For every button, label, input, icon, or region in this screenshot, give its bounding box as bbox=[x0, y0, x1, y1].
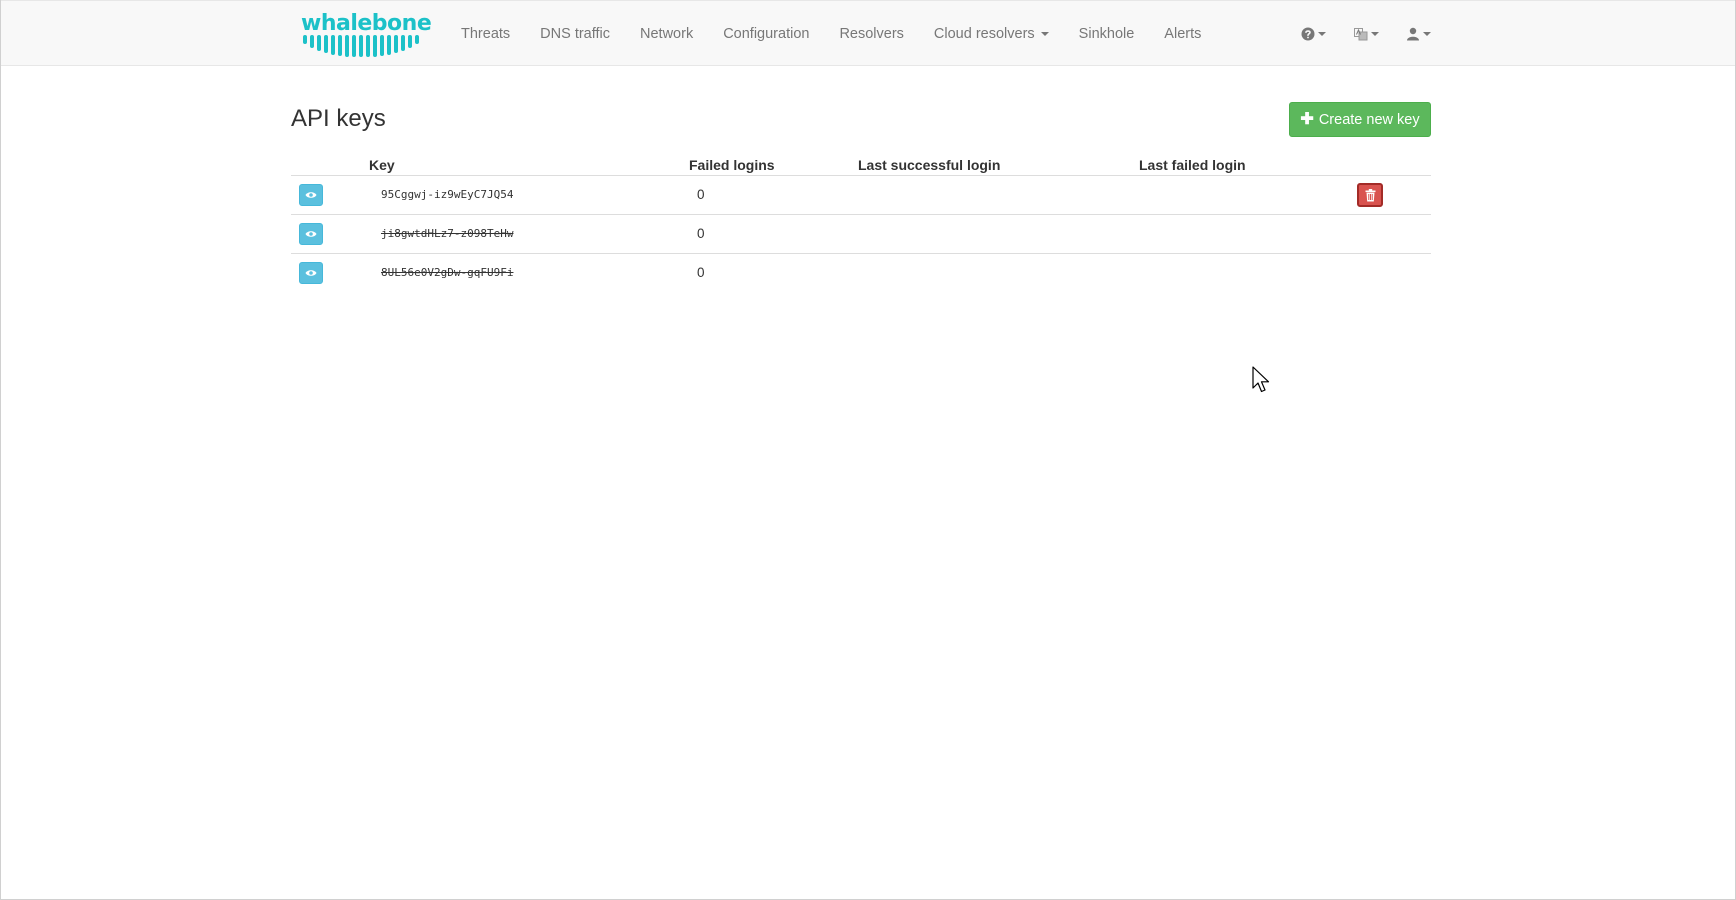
api-key-value-revoked: ji8gwtdHLz7-z098TeHw bbox=[381, 227, 514, 240]
caret-down-icon bbox=[1423, 32, 1431, 36]
mouse-cursor-icon bbox=[1252, 366, 1270, 393]
nav-cloud-resolvers-dropdown[interactable]: Cloud resolvers bbox=[919, 26, 1064, 42]
brand-name: whalebone bbox=[301, 11, 432, 36]
question-circle-icon bbox=[1301, 27, 1326, 41]
failed-logins-count: 0 bbox=[697, 265, 705, 280]
failed-logins-count: 0 bbox=[697, 187, 705, 202]
whale-teeth-icon bbox=[303, 35, 419, 57]
api-keys-table: Key Failed logins Last successful login … bbox=[291, 156, 1431, 293]
column-header-key: Key bbox=[369, 157, 395, 173]
failed-logins-count: 0 bbox=[697, 226, 705, 241]
caret-down-icon bbox=[1371, 32, 1379, 36]
user-menu[interactable] bbox=[1406, 1, 1431, 67]
delete-key-button[interactable] bbox=[1357, 183, 1383, 207]
api-key-value: 95Cggwj-iz9wEyC7JQ54 bbox=[381, 188, 514, 201]
show-key-button[interactable] bbox=[299, 184, 323, 206]
table-row: ji8gwtdHLz7-z098TeHw 0 bbox=[291, 215, 1431, 254]
table-row: 8UL56e0V2gDw-gqFU9Fi 0 bbox=[291, 254, 1431, 293]
nav-configuration[interactable]: Configuration bbox=[708, 26, 824, 42]
caret-down-icon bbox=[1318, 32, 1326, 36]
plus-icon: ✚ bbox=[1300, 110, 1314, 128]
nav-resolvers[interactable]: Resolvers bbox=[824, 26, 918, 42]
page-title: API keys bbox=[291, 105, 386, 132]
trash-icon bbox=[1365, 188, 1375, 201]
nav-alerts[interactable]: Alerts bbox=[1149, 26, 1216, 42]
help-menu[interactable] bbox=[1301, 1, 1326, 67]
column-header-failed-logins: Failed logins bbox=[689, 157, 775, 173]
nav-network[interactable]: Network bbox=[625, 26, 708, 42]
caret-down-icon bbox=[1040, 32, 1049, 37]
main-nav: Threats DNS traffic Network Configuratio… bbox=[446, 1, 1216, 67]
show-key-button[interactable] bbox=[299, 223, 323, 245]
table-row: 95Cggwj-iz9wEyC7JQ54 0 bbox=[291, 176, 1431, 215]
column-header-last-failed-login: Last failed login bbox=[1139, 157, 1246, 173]
whalebone-logo[interactable]: whalebone bbox=[301, 11, 432, 59]
eye-icon bbox=[305, 231, 317, 237]
eye-icon bbox=[305, 270, 317, 276]
eye-icon bbox=[305, 192, 317, 198]
top-navbar: whalebone Threats DNS traffic Network Co… bbox=[1, 0, 1735, 66]
nav-threats[interactable]: Threats bbox=[446, 26, 525, 42]
nav-dns-traffic[interactable]: DNS traffic bbox=[525, 26, 625, 42]
create-new-key-button[interactable]: ✚ Create new key bbox=[1289, 102, 1431, 137]
create-new-key-label: Create new key bbox=[1318, 111, 1420, 128]
api-key-value-revoked: 8UL56e0V2gDw-gqFU9Fi bbox=[381, 266, 514, 279]
language-menu[interactable] bbox=[1354, 1, 1379, 67]
nav-cloud-resolvers-label: Cloud resolvers bbox=[933, 26, 1035, 42]
nav-sinkhole[interactable]: Sinkhole bbox=[1064, 26, 1150, 42]
column-header-last-successful-login: Last successful login bbox=[858, 157, 1001, 173]
user-icon bbox=[1406, 27, 1431, 41]
show-key-button[interactable] bbox=[299, 262, 323, 284]
language-icon bbox=[1354, 27, 1379, 41]
table-header: Key Failed logins Last successful login … bbox=[291, 156, 1431, 176]
